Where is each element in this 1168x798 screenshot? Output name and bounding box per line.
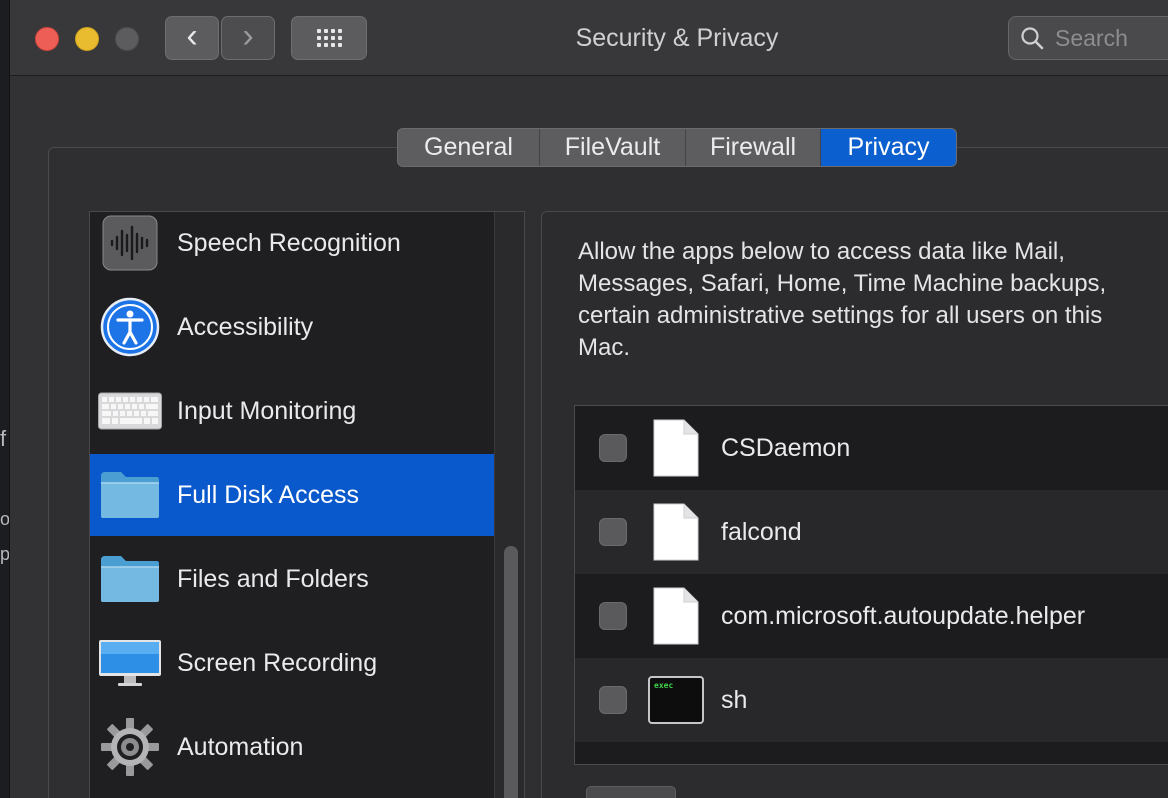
add-remove-app-buttons[interactable] (586, 786, 676, 798)
privacy-category-list: Speech Recognition Accessibility Input M… (89, 211, 525, 798)
sidebar-scrollbar[interactable] (494, 212, 524, 798)
monitor-icon (98, 631, 162, 695)
scrollbar-thumb[interactable] (504, 546, 518, 798)
list-item[interactable]: exec sh (575, 658, 1168, 742)
folder-icon (98, 547, 162, 611)
full-disk-access-panel: Allow the apps below to access data like… (541, 211, 1168, 798)
title-bar: ‹ › Security & Privacy (10, 0, 1168, 76)
app-list: CSDaemon falcond com.microsoft.autoupdat… (574, 405, 1168, 765)
list-item[interactable]: com.microsoft.autoupdate.helper (575, 574, 1168, 658)
forward-button[interactable]: › (221, 16, 275, 60)
app-access-checkbox[interactable] (599, 602, 627, 630)
document-icon (647, 586, 705, 646)
tab-firewall[interactable]: Firewall (686, 129, 821, 166)
chevron-right-icon: › (242, 17, 254, 55)
sidebar-item-full-disk-access[interactable]: Full Disk Access (90, 454, 494, 536)
minimize-window-button[interactable] (75, 27, 99, 51)
accessibility-icon (98, 295, 162, 359)
app-access-checkbox[interactable] (599, 686, 627, 714)
zoom-window-button[interactable] (115, 27, 139, 51)
sidebar-item-screen-recording[interactable]: Screen Recording (90, 622, 494, 704)
app-access-checkbox[interactable] (599, 518, 627, 546)
gear-icon (98, 715, 162, 779)
sidebar-item-input-monitoring[interactable]: Input Monitoring (90, 370, 494, 452)
app-name: com.microsoft.autoupdate.helper (721, 601, 1086, 630)
tab-general[interactable]: General (398, 129, 540, 166)
sidebar-item-label: Full Disk Access (177, 480, 359, 509)
desktop-background: f o p (0, 0, 10, 798)
show-all-preferences-button[interactable] (291, 16, 367, 60)
window-title: Security & Privacy (575, 24, 779, 52)
app-name: sh (721, 685, 748, 714)
search-input[interactable] (1055, 24, 1168, 52)
background-text-fragment: f (0, 426, 7, 451)
tab-privacy[interactable]: Privacy (821, 129, 956, 166)
close-window-button[interactable] (35, 27, 59, 51)
folder-icon (98, 463, 162, 527)
sidebar-item-label: Automation (177, 732, 304, 761)
waveform-icon (98, 212, 162, 275)
access-description: Allow the apps below to access data like… (578, 238, 1107, 361)
sidebar-item-label: Input Monitoring (177, 396, 357, 425)
tab-filevault[interactable]: FileVault (540, 129, 686, 166)
app-access-checkbox[interactable] (599, 434, 627, 462)
terminal-exec-icon (647, 754, 705, 764)
keyboard-icon (98, 379, 162, 443)
grid-icon (316, 29, 342, 47)
back-button[interactable]: ‹ (165, 16, 219, 60)
sidebar-item-files-and-folders[interactable]: Files and Folders (90, 538, 494, 620)
list-item[interactable]: CSDaemon (575, 406, 1168, 490)
search-field[interactable] (1008, 16, 1168, 60)
list-item[interactable] (575, 742, 1168, 764)
app-name: falcond (721, 517, 802, 546)
sidebar-item-accessibility[interactable]: Accessibility (90, 286, 494, 368)
document-icon (647, 502, 705, 562)
chevron-left-icon: ‹ (186, 17, 198, 55)
sidebar-item-label: Speech Recognition (177, 228, 401, 257)
document-icon (647, 418, 705, 478)
sidebar-item-label: Screen Recording (177, 648, 378, 677)
sidebar-item-automation[interactable]: Automation (90, 706, 494, 788)
sidebar-item-speech-recognition[interactable]: Speech Recognition (90, 212, 494, 284)
sidebar-item-label: Files and Folders (177, 564, 369, 593)
search-icon (1021, 27, 1044, 50)
terminal-exec-icon: exec (647, 670, 705, 730)
sidebar-item-label: Accessibility (177, 312, 314, 341)
app-name: CSDaemon (721, 433, 851, 462)
exec-icon-text: exec (654, 681, 673, 690)
tab-bar: General FileVault Firewall Privacy (397, 128, 957, 167)
security-privacy-window: ‹ › Security & Privacy General FileVault… (9, 0, 1168, 798)
list-item[interactable]: falcond (575, 490, 1168, 574)
